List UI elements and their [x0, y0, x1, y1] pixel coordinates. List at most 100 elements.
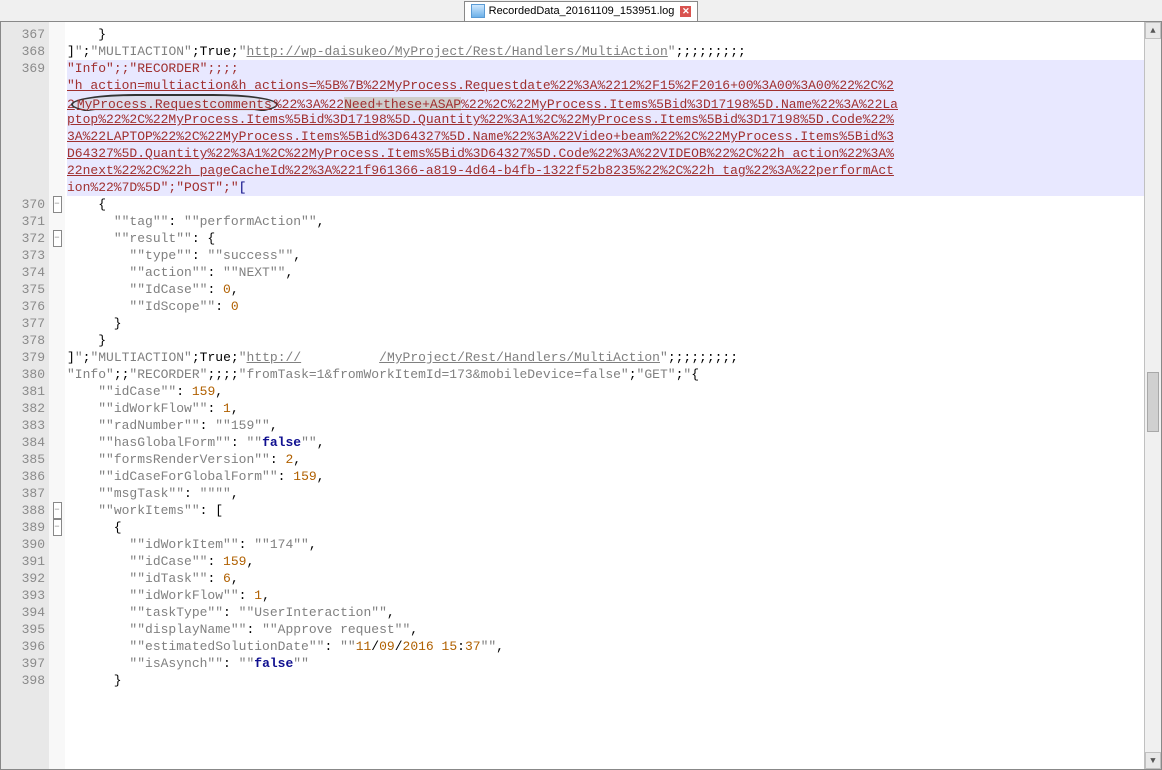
code-token: 159	[293, 469, 316, 484]
code-token: ""idCaseForGlobalForm""	[98, 469, 277, 484]
fold-marker-blank	[49, 179, 65, 196]
code-token: 1	[254, 588, 262, 603]
code-token: ""Approve request""	[262, 622, 410, 637]
code-token: ion%22%7D%5D"	[67, 180, 168, 195]
code-token: ;	[192, 44, 200, 59]
fold-marker-blank	[49, 94, 65, 111]
line-number: 393	[1, 587, 45, 604]
code-token	[67, 503, 98, 518]
line-number: 396	[1, 638, 45, 655]
code-token: """"	[200, 486, 231, 501]
code-token: ;;	[114, 367, 130, 382]
fold-marker	[49, 349, 65, 366]
code-token: "	[231, 180, 239, 195]
file-tab[interactable]: RecordedData_20161109_153951.log ✕	[464, 1, 699, 21]
code-line: 2MyProcess.Requestcomments%22%3A%22Need+…	[67, 94, 1159, 111]
line-number: 374	[1, 264, 45, 281]
file-icon	[471, 4, 485, 18]
code-token: :	[207, 401, 223, 416]
code-line: }	[67, 315, 1159, 332]
code-token	[67, 282, 129, 297]
code-token: ""	[246, 435, 262, 450]
code-line: ""IdCase"": 0,	[67, 281, 1159, 298]
line-number: 385	[1, 451, 45, 468]
line-number-blank	[1, 145, 45, 162]
fold-marker	[49, 400, 65, 417]
code-token: ""radNumber""	[98, 418, 199, 433]
code-token: [	[239, 180, 247, 195]
scroll-down-button[interactable]: ▼	[1145, 752, 1161, 769]
code-token	[67, 639, 129, 654]
code-token: 22next%22%2C%22h_pageCacheId%22%3A%221f9…	[67, 163, 894, 178]
line-number: 391	[1, 553, 45, 570]
fold-marker	[49, 213, 65, 230]
line-number: 381	[1, 383, 45, 400]
code-token	[67, 605, 129, 620]
code-token	[67, 248, 129, 263]
line-number: 370	[1, 196, 45, 213]
line-number: 378	[1, 332, 45, 349]
code-line: {	[67, 196, 1159, 213]
fold-toggle-icon[interactable]: −	[53, 519, 62, 536]
line-number: 372	[1, 230, 45, 247]
fold-toggle-icon[interactable]: −	[53, 196, 62, 213]
code-line: 3A%22LAPTOP%22%2C%22MyProcess.Items%5Bid…	[67, 128, 1159, 145]
line-number: 389	[1, 519, 45, 536]
code-token: 159	[223, 554, 246, 569]
line-number: 382	[1, 400, 45, 417]
code-token: : [	[200, 503, 223, 518]
fold-marker	[49, 570, 65, 587]
code-token	[67, 554, 129, 569]
fold-marker	[49, 315, 65, 332]
code-line: ""isAsynch"": ""false""	[67, 655, 1159, 672]
code-token: "	[660, 350, 668, 365]
fold-marker	[49, 672, 65, 689]
fold-marker	[49, 60, 65, 77]
code-token: 1	[223, 401, 231, 416]
code-token: {	[67, 520, 122, 535]
code-line: ""displayName"": ""Approve request"",	[67, 621, 1159, 638]
line-number: 375	[1, 281, 45, 298]
fold-marker	[49, 621, 65, 638]
line-number-gutter: 3673683693703713723733743753763773783793…	[1, 22, 49, 769]
line-number: 371	[1, 213, 45, 230]
code-line: ]";"MULTIACTION";True;"http://wp-daisuke…	[67, 43, 1159, 60]
line-number-blank	[1, 128, 45, 145]
code-token: 2016 15	[403, 639, 458, 654]
scroll-up-button[interactable]: ▲	[1145, 22, 1161, 39]
code-token: ;	[231, 44, 239, 59]
code-token: ,	[293, 248, 301, 263]
code-token: ""type""	[129, 248, 191, 263]
code-token: ""	[239, 656, 255, 671]
code-token: ,	[270, 418, 278, 433]
code-token: :	[200, 418, 216, 433]
fold-marker: −	[49, 519, 65, 536]
code-token: ""formsRenderVersion""	[98, 452, 270, 467]
line-number: 380	[1, 366, 45, 383]
code-token: ""idTask""	[129, 571, 207, 586]
editor: 3673683693703713723733743753763773783793…	[0, 22, 1162, 770]
code-token: ""workItems""	[98, 503, 199, 518]
code-line: ptop%22%2C%22MyProcess.Items%5Bid%3D1719…	[67, 111, 1159, 128]
code-area[interactable]: } ]";"MULTIACTION";True;"http://wp-daisuk…	[65, 22, 1161, 769]
vertical-scrollbar[interactable]: ▲ ▼	[1144, 22, 1161, 769]
fold-toggle-icon[interactable]: −	[53, 230, 62, 247]
code-token: 0	[231, 299, 239, 314]
close-icon[interactable]: ✕	[680, 6, 691, 17]
code-token: ""hasGlobalForm""	[98, 435, 231, 450]
code-token: ""estimatedSolutionDate""	[129, 639, 324, 654]
fold-toggle-icon[interactable]: −	[53, 502, 62, 519]
highlighted-wrapped-line: "Info";;"RECORDER";;;;"h_action=multiact…	[67, 60, 1159, 196]
line-number: 369	[1, 60, 45, 77]
code-token	[67, 656, 129, 671]
code-token: ,	[231, 282, 239, 297]
code-token: "Info"	[67, 61, 114, 76]
code-token: "	[239, 350, 247, 365]
code-line: ""estimatedSolutionDate"": ""11/09/2016 …	[67, 638, 1159, 655]
fold-marker	[49, 587, 65, 604]
code-token: "	[75, 350, 83, 365]
code-token: :	[192, 248, 208, 263]
code-token: "fromTask=1&fromWorkItemId=173&mobileDev…	[239, 367, 629, 382]
scroll-thumb[interactable]	[1147, 372, 1159, 432]
code-token: ""	[301, 435, 317, 450]
